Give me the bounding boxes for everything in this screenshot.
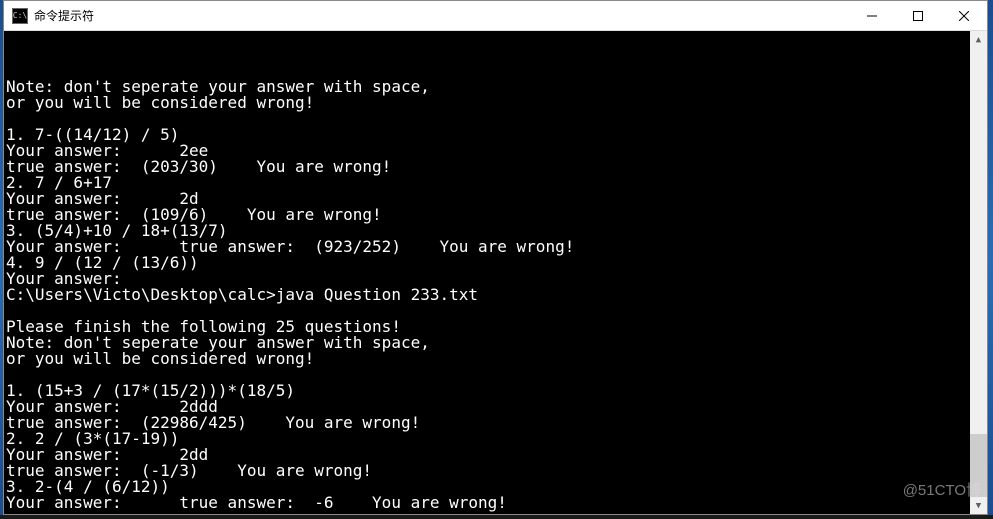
output-line: or you will be considered wrong! [6,349,314,368]
output-line: or you will be considered wrong! [6,93,314,112]
window-controls [849,1,987,30]
scroll-thumb[interactable] [970,434,987,497]
vertical-scrollbar[interactable]: ▲ ▼ [970,31,987,514]
scroll-down-arrow[interactable]: ▼ [970,497,987,514]
taskbar-fragment [0,515,993,519]
terminal-area[interactable]: Note: don't seperate your answer with sp… [4,31,987,514]
titlebar[interactable]: C:\ 命令提示符 [4,1,987,31]
scroll-track[interactable] [970,48,987,497]
maximize-button[interactable] [895,1,941,30]
close-button[interactable] [941,1,987,30]
command-prompt-window: C:\ 命令提示符 Note: don't seperate your answ… [3,0,988,515]
window-title: 命令提示符 [34,7,849,24]
scroll-up-arrow[interactable]: ▲ [970,31,987,48]
command-line: C:\Users\Victo\Desktop\calc>java Questio… [6,285,478,304]
minimize-button[interactable] [849,1,895,30]
output-line: Your answer: true answer: -6 You are wro… [6,493,507,512]
app-icon: C:\ [12,8,28,24]
